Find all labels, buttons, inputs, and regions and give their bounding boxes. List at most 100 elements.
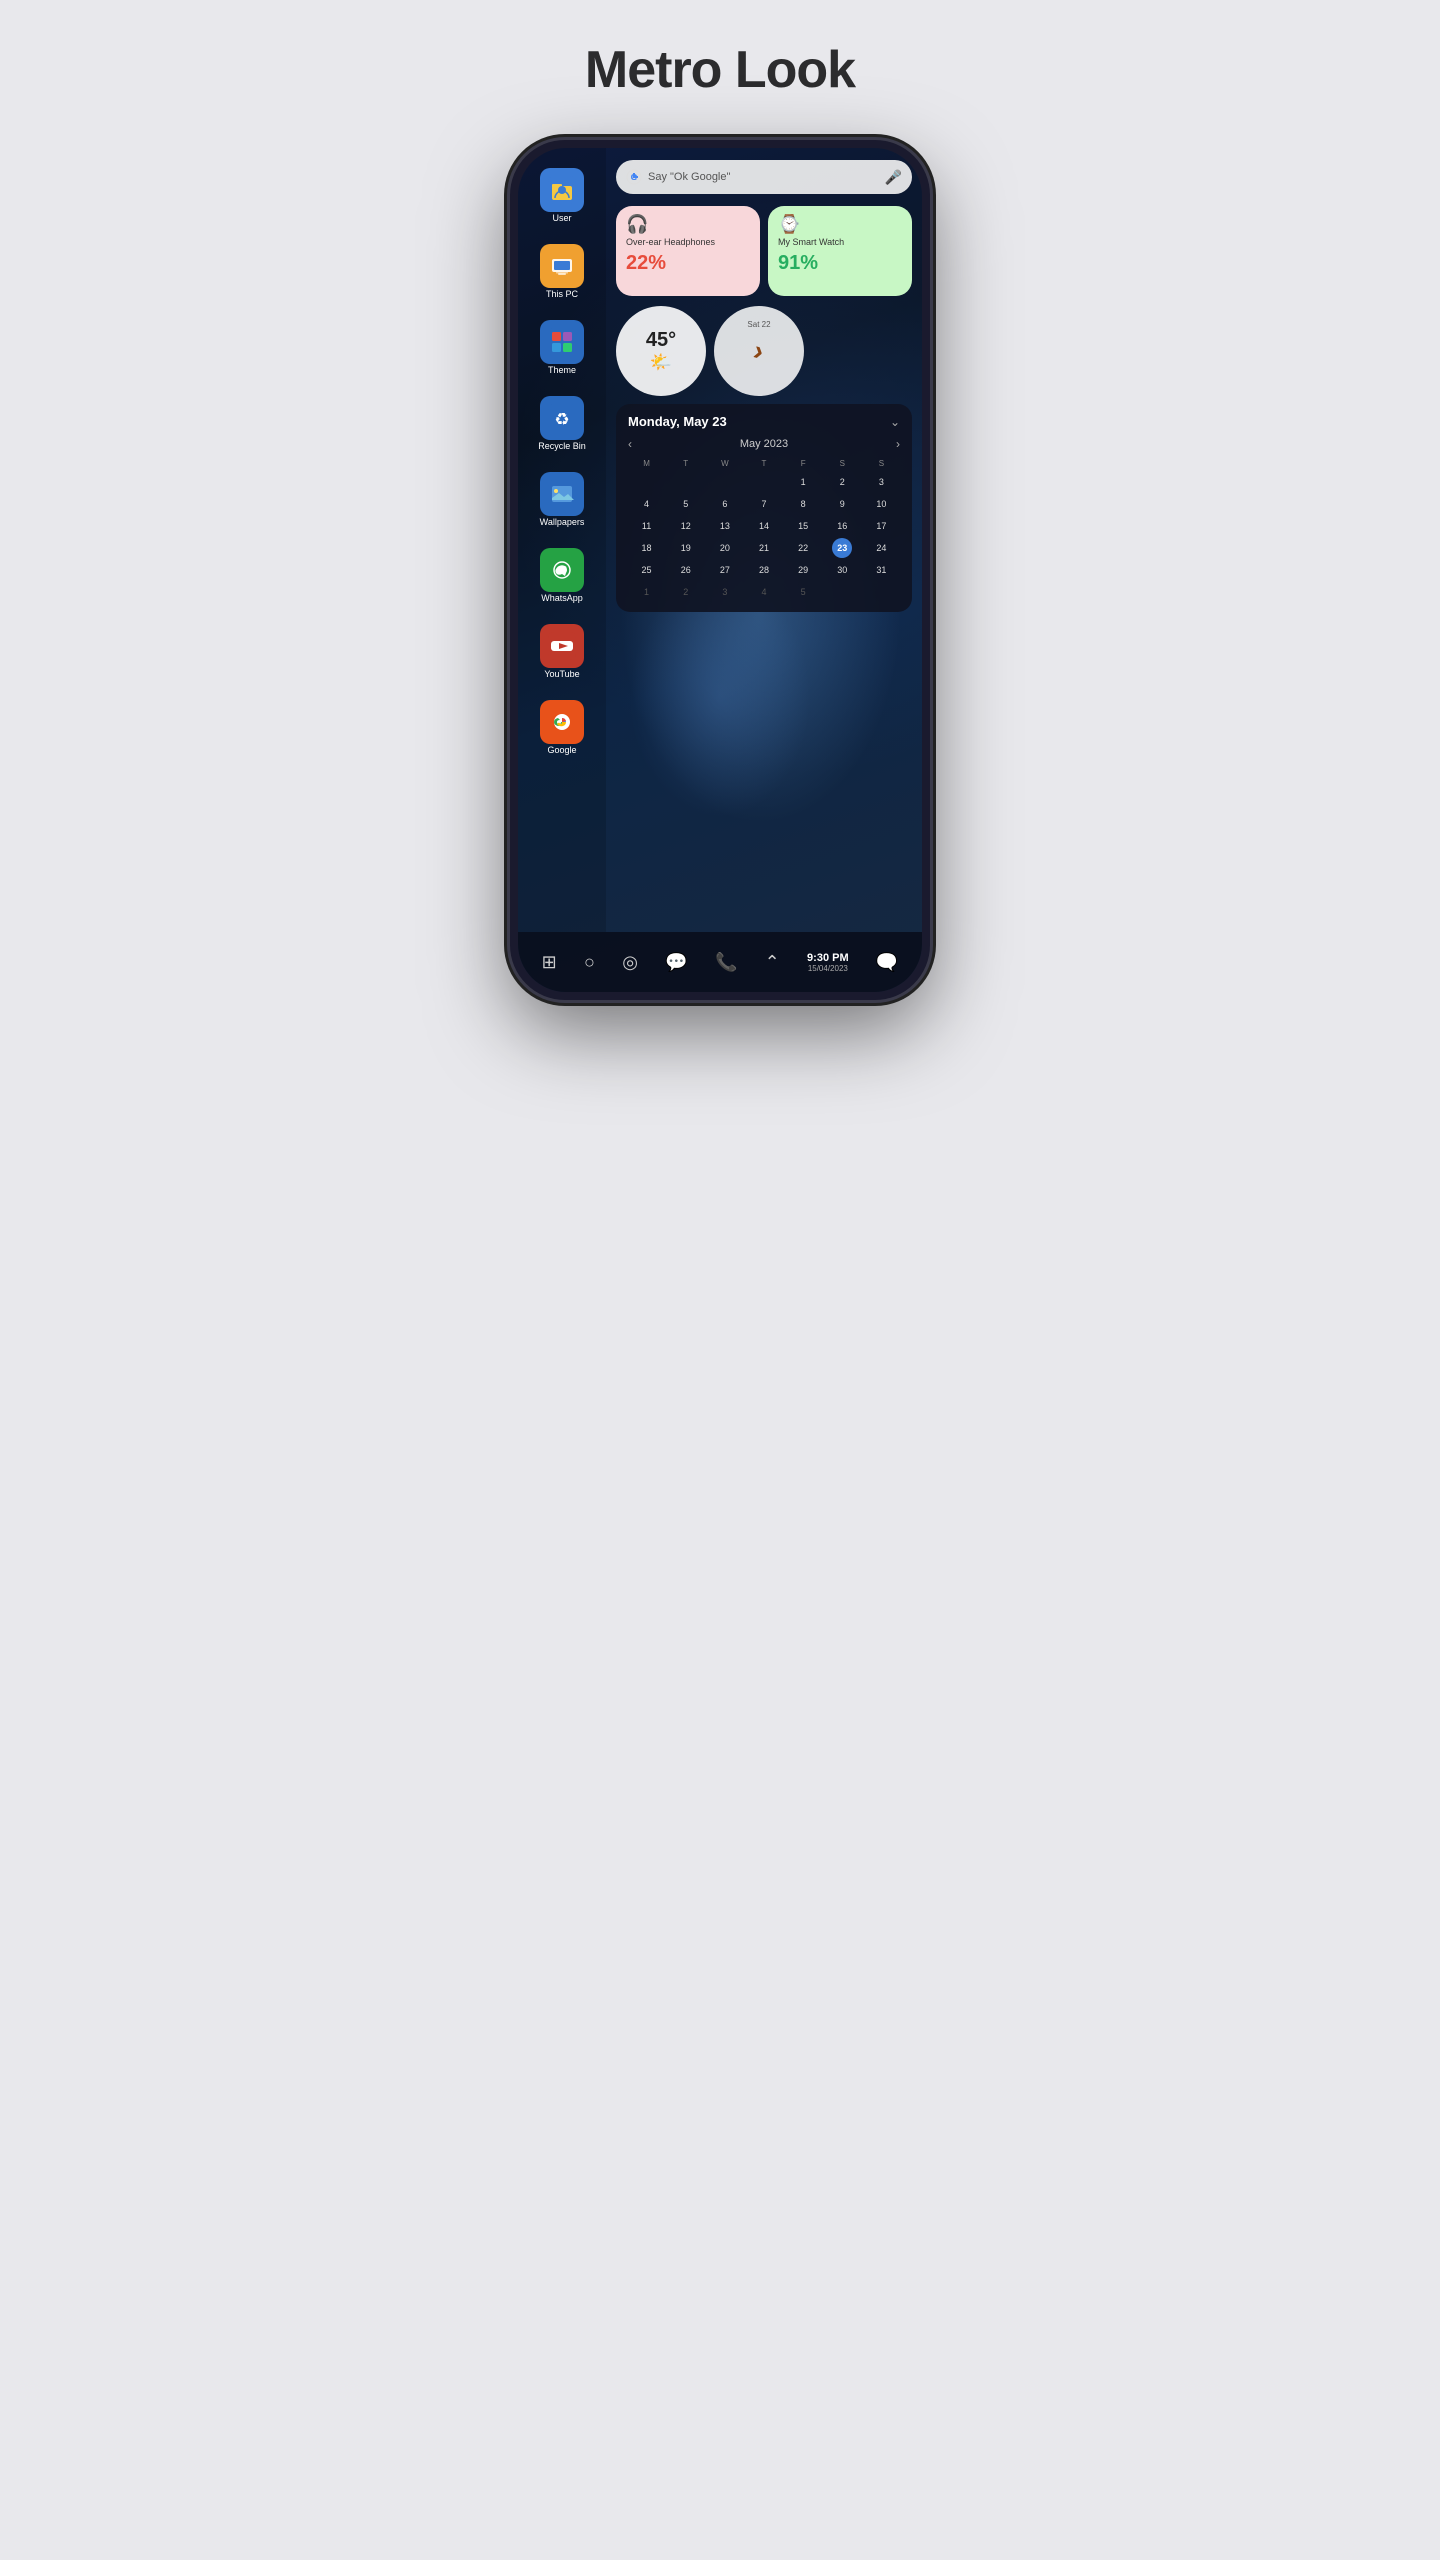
cal-day-16[interactable]: 16 bbox=[832, 516, 852, 536]
cal-header-s2: S bbox=[863, 457, 900, 470]
bottom-nav: ⊞ ○ ◎ 💬 📞 ⌃ 9:30 PM 15/04/2023 🗨️ bbox=[518, 932, 922, 992]
sidebar-item-user[interactable]: User bbox=[526, 160, 598, 232]
weather-icon: 🌤️ bbox=[650, 352, 672, 373]
cal-day-11[interactable]: 11 bbox=[637, 516, 657, 536]
cal-day-3[interactable]: 3 bbox=[871, 472, 891, 492]
cal-day-empty1 bbox=[637, 472, 657, 492]
page-title: Metro Look bbox=[585, 40, 855, 100]
cal-day-empty6 bbox=[871, 582, 891, 602]
cal-day-25[interactable]: 25 bbox=[637, 560, 657, 580]
search-bar[interactable]: Say "Ok Google" 🎤 bbox=[616, 160, 912, 194]
watch-percent: 91% bbox=[778, 252, 902, 275]
up-arrow-icon[interactable]: ⌃ bbox=[765, 952, 780, 973]
cal-day-empty4 bbox=[754, 472, 774, 492]
cal-header-m: M bbox=[628, 457, 665, 470]
cal-day-31[interactable]: 31 bbox=[871, 560, 891, 580]
cal-day-29[interactable]: 29 bbox=[793, 560, 813, 580]
multitask-icon[interactable]: ⊞ bbox=[542, 952, 557, 973]
theme-icon bbox=[540, 320, 584, 364]
clock-hand-icon: › bbox=[750, 334, 767, 367]
youtube-icon bbox=[540, 624, 584, 668]
page-container: Metro Look bbox=[360, 0, 1080, 1060]
sidebar-item-google[interactable]: Google bbox=[526, 692, 598, 764]
calendar-chevron-icon: ⌄ bbox=[890, 415, 900, 429]
cal-day-next4[interactable]: 4 bbox=[754, 582, 774, 602]
theme-label: Theme bbox=[548, 366, 576, 376]
nav-date: 15/04/2023 bbox=[808, 964, 848, 973]
calendar-header: Monday, May 23 ⌄ bbox=[628, 414, 900, 429]
sidebar-item-whatsapp[interactable]: WhatsApp bbox=[526, 540, 598, 612]
cal-day-13[interactable]: 13 bbox=[715, 516, 735, 536]
widgets-row: 🎧 Over-ear Headphones 22% ⌚ My Smart Wat… bbox=[616, 206, 912, 296]
cal-day-21[interactable]: 21 bbox=[754, 538, 774, 558]
cal-day-1[interactable]: 1 bbox=[793, 472, 813, 492]
cal-day-19[interactable]: 19 bbox=[676, 538, 696, 558]
calendar-grid: M T W T F S S 1 2 3 bbox=[628, 457, 900, 602]
cal-day-12[interactable]: 12 bbox=[676, 516, 696, 536]
calendar-month-nav: ‹ May 2023 › bbox=[628, 437, 900, 451]
mic-icon[interactable]: 🎤 bbox=[885, 169, 902, 186]
cal-day-next2[interactable]: 2 bbox=[676, 582, 696, 602]
cal-day-14[interactable]: 14 bbox=[754, 516, 774, 536]
sidebar: User This PC bbox=[518, 148, 606, 932]
cal-day-5[interactable]: 5 bbox=[676, 494, 696, 514]
cal-header-t1: T bbox=[667, 457, 704, 470]
calendar-title: Monday, May 23 bbox=[628, 414, 727, 429]
cal-day-15[interactable]: 15 bbox=[793, 516, 813, 536]
watch-icon: ⌚ bbox=[778, 214, 902, 235]
sidebar-item-wallpaper[interactable]: Wallpapers bbox=[526, 464, 598, 536]
sidebar-item-recycle[interactable]: ♻ Recycle Bin bbox=[526, 388, 598, 460]
cal-day-30[interactable]: 30 bbox=[832, 560, 852, 580]
whatsapp-label: WhatsApp bbox=[541, 594, 583, 604]
cal-day-7[interactable]: 7 bbox=[754, 494, 774, 514]
cal-day-4[interactable]: 4 bbox=[637, 494, 657, 514]
cal-day-next1[interactable]: 1 bbox=[637, 582, 657, 602]
clock-date: Sat 22 bbox=[747, 320, 770, 329]
watch-widget[interactable]: ⌚ My Smart Watch 91% bbox=[768, 206, 912, 296]
cal-day-22[interactable]: 22 bbox=[793, 538, 813, 558]
youtube-label: YouTube bbox=[544, 670, 579, 680]
calendar-next-button[interactable]: › bbox=[896, 437, 900, 451]
cal-day-9[interactable]: 9 bbox=[832, 494, 852, 514]
phone-outer: User This PC bbox=[510, 140, 930, 1000]
cal-day-23-today[interactable]: 23 bbox=[832, 538, 852, 558]
sidebar-item-youtube[interactable]: YouTube bbox=[526, 616, 598, 688]
calendar-widget[interactable]: Monday, May 23 ⌄ ‹ May 2023 › M T W T bbox=[616, 404, 912, 612]
back-icon[interactable]: ◎ bbox=[622, 952, 638, 973]
google-logo-icon bbox=[626, 169, 642, 185]
thispc-label: This PC bbox=[546, 290, 578, 300]
message-icon[interactable]: 🗨️ bbox=[876, 952, 898, 973]
cal-day-17[interactable]: 17 bbox=[871, 516, 891, 536]
weather-widget[interactable]: 45° 🌤️ bbox=[616, 306, 706, 396]
cal-day-28[interactable]: 28 bbox=[754, 560, 774, 580]
cal-day-8[interactable]: 8 bbox=[793, 494, 813, 514]
cal-day-2[interactable]: 2 bbox=[832, 472, 852, 492]
chat-icon[interactable]: 💬 bbox=[665, 952, 687, 973]
nav-time: 9:30 PM bbox=[807, 952, 849, 964]
calendar-prev-button[interactable]: ‹ bbox=[628, 437, 632, 451]
svg-text:♻: ♻ bbox=[554, 410, 569, 429]
user-label: User bbox=[552, 214, 571, 224]
wallpaper-icon bbox=[540, 472, 584, 516]
cal-day-18[interactable]: 18 bbox=[637, 538, 657, 558]
cal-day-27[interactable]: 27 bbox=[715, 560, 735, 580]
cal-header-s1: S bbox=[824, 457, 861, 470]
cal-day-20[interactable]: 20 bbox=[715, 538, 735, 558]
cal-day-10[interactable]: 10 bbox=[871, 494, 891, 514]
headphones-widget[interactable]: 🎧 Over-ear Headphones 22% bbox=[616, 206, 760, 296]
sidebar-item-thispc[interactable]: This PC bbox=[526, 236, 598, 308]
nav-time-block: 9:30 PM 15/04/2023 bbox=[807, 952, 849, 973]
cal-day-next5[interactable]: 5 bbox=[793, 582, 813, 602]
phone-icon[interactable]: 📞 bbox=[715, 952, 737, 973]
calendar-month-label: May 2023 bbox=[740, 438, 788, 450]
home-circle-icon[interactable]: ○ bbox=[584, 952, 595, 973]
cal-day-next3[interactable]: 3 bbox=[715, 582, 735, 602]
weather-temp: 45° bbox=[646, 329, 676, 352]
whatsapp-icon bbox=[540, 548, 584, 592]
sidebar-item-theme[interactable]: Theme bbox=[526, 312, 598, 384]
cal-day-24[interactable]: 24 bbox=[871, 538, 891, 558]
cal-day-6[interactable]: 6 bbox=[715, 494, 735, 514]
cal-day-26[interactable]: 26 bbox=[676, 560, 696, 580]
cal-day-empty2 bbox=[676, 472, 696, 492]
clock-widget[interactable]: Sat 22 › bbox=[714, 306, 804, 396]
